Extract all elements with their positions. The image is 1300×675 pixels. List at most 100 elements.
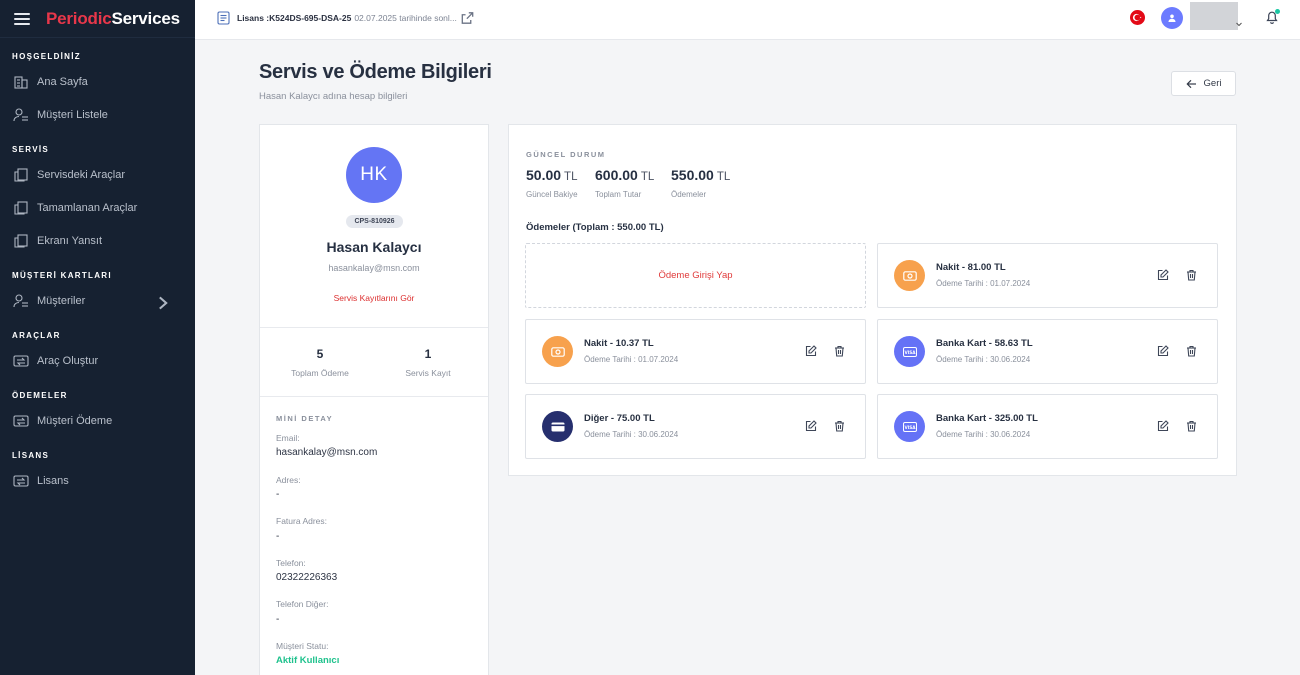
- sidebar-item-label: Servisdeki Araçlar: [37, 168, 126, 181]
- payment-item: VISA Banka Kart - 325.00 TL Ödeme Tarihi…: [877, 394, 1218, 459]
- document-icon: [217, 11, 230, 25]
- sidebar: PeriodicServices HOŞGELDİNİZ Ana Sayfa M…: [0, 0, 195, 675]
- hamburger-menu-icon[interactable]: [14, 12, 30, 25]
- edit-icon[interactable]: [1157, 345, 1169, 357]
- detail-label: Fatura Adres:: [276, 516, 328, 526]
- building-icon: [14, 75, 28, 89]
- stat-label: Servis Kayıt: [405, 368, 451, 378]
- license-key: Lisans :K524DS-695-DSA-25: [237, 13, 352, 23]
- sidebar-section-title: ÖDEMELER: [12, 391, 68, 400]
- metric-value: 600.00: [595, 167, 638, 183]
- external-link-icon[interactable]: [461, 11, 474, 25]
- visa-card-icon: VISA: [894, 411, 925, 442]
- stat-value: 5: [316, 347, 324, 361]
- customer-email: hasankalay@msn.com: [328, 263, 420, 273]
- trash-icon[interactable]: [834, 345, 845, 357]
- trash-icon[interactable]: [834, 420, 845, 432]
- metric-value: 50.00: [526, 167, 562, 183]
- sidebar-section-title: LİSANS: [12, 451, 50, 460]
- back-button[interactable]: Geri: [1171, 71, 1236, 96]
- chevron-down-icon[interactable]: [1235, 20, 1243, 28]
- payment-title: Nakit - 10.37 TL: [584, 338, 654, 349]
- brand-bar: PeriodicServices: [0, 0, 195, 38]
- detail-label: Adres:: [276, 475, 301, 485]
- stat-value: 1: [424, 347, 432, 361]
- page-title: Servis ve Ödeme Bilgileri: [259, 61, 492, 83]
- sidebar-item-ekrani-yansit[interactable]: Ekranı Yansıt: [0, 224, 195, 257]
- sidebar-item-label: Müşteriler: [37, 294, 86, 307]
- notification-dot: [1275, 9, 1280, 14]
- service-records-link[interactable]: Servis Kayıtlarını Gör: [260, 293, 488, 303]
- current-status-title: GÜNCEL DURUM: [526, 150, 606, 159]
- sidebar-item-servisdeki-araclar[interactable]: Servisdeki Araçlar: [0, 158, 195, 191]
- page-subtitle: Hasan Kalaycı adına hesap bilgileri: [259, 91, 408, 102]
- sidebar-section-title: ARAÇLAR: [12, 331, 61, 340]
- payment-date: Ödeme Tarihi : 01.07.2024: [936, 279, 1031, 288]
- sidebar-item-label: Müşteri Ödeme: [37, 414, 113, 427]
- user-list-icon: [13, 107, 28, 121]
- payment-date: Ödeme Tarihi : 30.06.2024: [584, 430, 679, 439]
- stat-label: Toplam Ödeme: [291, 368, 349, 378]
- user-list-icon: [13, 293, 28, 307]
- detail-value: 02322226363: [276, 572, 338, 583]
- mini-detail-title: MİNİ DETAY: [276, 414, 334, 423]
- detail-label: Müşteri Statu:: [276, 641, 329, 651]
- payment-title: Banka Kart - 325.00 TL: [936, 413, 1038, 424]
- topbar: Lisans :K524DS-695-DSA-25 02.07.2025 tar…: [195, 0, 1300, 40]
- payment-title: Banka Kart - 58.63 TL: [936, 338, 1033, 349]
- metric-value: 550.00: [671, 167, 714, 183]
- cash-icon: [542, 336, 573, 367]
- metric-unit: TL: [716, 171, 731, 183]
- detail-value: -: [276, 614, 280, 625]
- svg-text:VISA: VISA: [904, 424, 916, 429]
- divider: [260, 396, 488, 397]
- customer-profile-card: HK CPS-810926 Hasan Kalaycı hasankalay@m…: [259, 124, 489, 675]
- trash-icon[interactable]: [1186, 420, 1197, 432]
- sidebar-item-musteri-listele[interactable]: Müşteri Listele: [0, 98, 195, 131]
- swap-icon: [13, 414, 29, 427]
- edit-icon[interactable]: [1157, 269, 1169, 281]
- user-avatar-icon[interactable]: [1161, 7, 1183, 29]
- payments-heading: Ödemeler (Toplam : 550.00 TL): [526, 222, 664, 233]
- sidebar-item-label: Araç Oluştur: [37, 354, 99, 367]
- metric-balance: 50.00 TL Güncel Bakiye: [526, 167, 578, 199]
- detail-label: Telefon Diğer:: [276, 599, 329, 609]
- edit-icon[interactable]: [805, 420, 817, 432]
- documents-icon: [14, 233, 28, 248]
- sidebar-item-musteri-odeme[interactable]: Müşteri Ödeme: [0, 404, 195, 437]
- metric-total: 600.00 TL Toplam Tutar: [595, 167, 654, 199]
- detail-value: -: [276, 489, 280, 500]
- payment-item: VISA Banka Kart - 58.63 TL Ödeme Tarihi …: [877, 319, 1218, 384]
- trash-icon[interactable]: [1186, 269, 1197, 281]
- credit-card-icon: [542, 411, 573, 442]
- payment-title: Diğer - 75.00 TL: [584, 413, 655, 424]
- sidebar-item-label: Lisans: [37, 474, 69, 487]
- brand-logo[interactable]: PeriodicServices: [46, 9, 180, 29]
- add-payment-button[interactable]: Ödeme Girişi Yap: [525, 243, 866, 308]
- user-name-placeholder[interactable]: [1190, 2, 1238, 30]
- turkey-flag-icon[interactable]: [1130, 10, 1145, 25]
- sidebar-section-title: SERVİS: [12, 145, 49, 154]
- customer-code-badge: CPS-810926: [346, 215, 403, 228]
- sidebar-item-tamamlanan-araclar[interactable]: Tamamlanan Araçlar: [0, 191, 195, 224]
- metric-label: Toplam Tutar: [595, 190, 642, 199]
- sidebar-item-ana-sayfa[interactable]: Ana Sayfa: [0, 65, 195, 98]
- customer-name: Hasan Kalaycı: [326, 239, 422, 255]
- documents-icon: [14, 167, 28, 182]
- edit-icon[interactable]: [805, 345, 817, 357]
- visa-card-icon: VISA: [894, 336, 925, 367]
- payment-title: Nakit - 81.00 TL: [936, 262, 1006, 273]
- license-info[interactable]: Lisans :K524DS-695-DSA-25 02.07.2025 tar…: [217, 11, 481, 25]
- sidebar-item-lisans[interactable]: Lisans: [0, 464, 195, 497]
- sidebar-section-title: MÜŞTERİ KARTLARI: [12, 271, 112, 280]
- payment-date: Ödeme Tarihi : 30.06.2024: [936, 430, 1031, 439]
- svg-text:VISA: VISA: [904, 349, 916, 354]
- edit-icon[interactable]: [1157, 420, 1169, 432]
- license-expiry: 02.07.2025 tarihinde sonl...: [354, 13, 457, 23]
- sidebar-item-musteriler[interactable]: Müşteriler: [0, 284, 195, 317]
- trash-icon[interactable]: [1186, 345, 1197, 357]
- metric-unit: TL: [640, 171, 655, 183]
- sidebar-item-label: Tamamlanan Araçlar: [37, 201, 138, 214]
- sidebar-item-arac-olustur[interactable]: Araç Oluştur: [0, 344, 195, 377]
- payment-item: Diğer - 75.00 TL Ödeme Tarihi : 30.06.20…: [525, 394, 866, 459]
